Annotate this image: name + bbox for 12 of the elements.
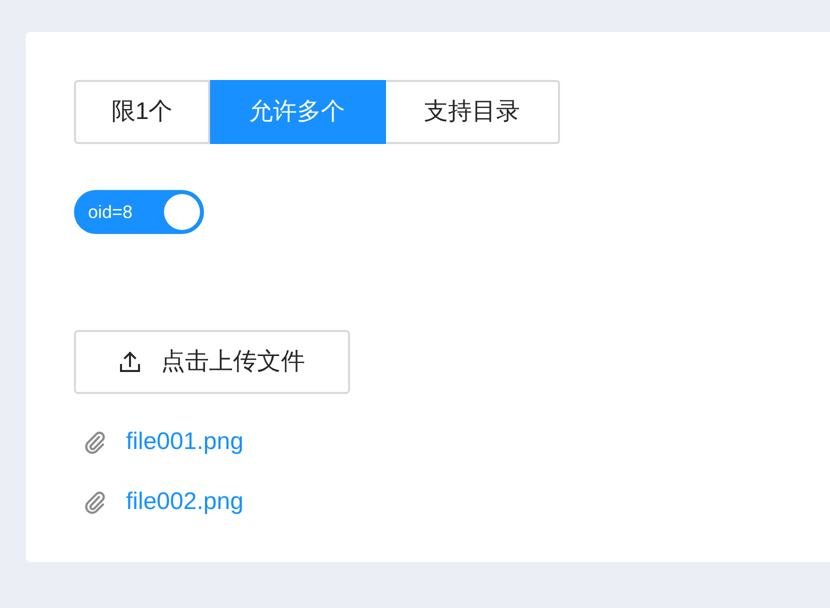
upload-button[interactable]: 点击上传文件	[74, 330, 350, 394]
file-link[interactable]: file002.png	[126, 484, 244, 520]
toggle-knob-icon	[164, 194, 200, 230]
upload-icon	[119, 351, 141, 373]
upload-label: 点击上传文件	[161, 347, 305, 377]
file-link[interactable]: file001.png	[126, 424, 244, 460]
paperclip-icon	[84, 490, 106, 514]
radio-button[interactable]: 限1个	[74, 80, 210, 144]
toggle-switch[interactable]: oid=8	[74, 190, 204, 234]
radio-button[interactable]: 允许多个	[210, 80, 386, 144]
paperclip-icon	[84, 430, 106, 454]
radio-button[interactable]: 支持目录	[386, 80, 560, 144]
